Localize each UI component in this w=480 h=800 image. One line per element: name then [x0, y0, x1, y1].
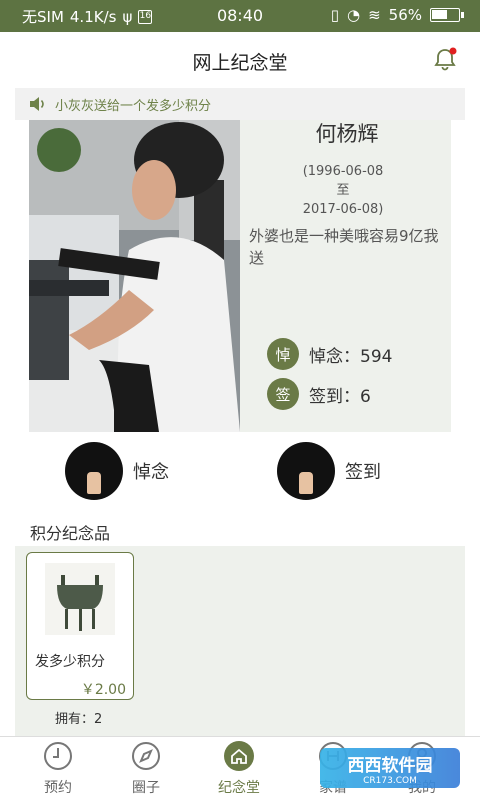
page-title: 网上纪念堂 [192, 52, 288, 74]
tab-label: 纪念堂 [218, 780, 260, 796]
tab-circle[interactable]: 圈子 [106, 741, 186, 797]
status-bar: 无SIM 4.1K/s ψ 16 08:40 ▯ ◔ ≋ 56% [0, 0, 480, 32]
candle-icon [65, 442, 123, 500]
checkin-count: 签到：6 [309, 386, 371, 407]
memorial-photo[interactable] [29, 120, 240, 432]
alarm-icon: ◔ [346, 6, 361, 24]
tab-label: 预约 [44, 780, 72, 796]
date-separator: 至 [336, 183, 350, 198]
gifts-panel: 发多少积分 ￥2.00 拥有：2 [15, 546, 465, 736]
watermark-brand: 西西软件园 [347, 755, 433, 776]
battery-icon [430, 8, 464, 22]
clock-icon [44, 742, 72, 770]
checkin-badge: 签 [267, 378, 299, 410]
tab-memorial[interactable]: 纪念堂 [199, 741, 279, 797]
tab-label: 圈子 [132, 780, 160, 796]
home-icon [224, 741, 254, 771]
action-row: 悼念 签到 [0, 442, 480, 506]
bronze-vessel-image [45, 563, 115, 635]
vibrate-icon: ▯ [330, 6, 339, 24]
death-date: 2017-06-08) [302, 202, 384, 217]
watermark-url: CR173.COM [363, 775, 417, 786]
mourn-badge: 悼 [267, 338, 299, 370]
app-header: 网上纪念堂 [0, 32, 480, 86]
mourn-button-label: 悼念 [133, 462, 169, 483]
watermark-logo: 西西软件园 CR173.COM [320, 748, 460, 788]
tab-reserve[interactable]: 预约 [18, 741, 98, 797]
birth-date: (1996-06-08 [302, 164, 384, 179]
gift-price: ￥2.00 [80, 682, 126, 698]
deceased-name: 何杨辉 [315, 122, 379, 146]
compass-icon [132, 742, 160, 770]
notice-text: 小灰灰送给一个发多少积分 [55, 98, 212, 114]
speaker-icon [30, 97, 44, 111]
mourn-button[interactable]: 悼念 [65, 442, 169, 500]
gift-owned: 拥有：2 [55, 712, 103, 727]
checkin-button-label: 签到 [345, 462, 381, 483]
gift-name: 发多少积分 [35, 654, 105, 670]
wifi-icon: ≋ [368, 6, 381, 24]
battery-percent: 56% [388, 6, 422, 24]
epitaph: 外婆也是一种美哦容易9亿我送 [249, 227, 439, 267]
profile-card: 何杨辉 (1996-06-08 至 2017-06-08) 外婆也是一种美哦容易… [29, 120, 451, 432]
checkin-button[interactable]: 签到 [277, 442, 381, 500]
checkin-stat: 签 签到：6 [267, 378, 371, 410]
notice-bar[interactable]: 小灰灰送给一个发多少积分 [15, 88, 465, 120]
candle-icon [277, 442, 335, 500]
mourn-stat: 悼 悼念：594 [267, 338, 392, 370]
lifespan: (1996-06-08 至 2017-06-08) [235, 162, 451, 219]
bell-icon[interactable] [432, 46, 458, 72]
gift-card[interactable]: 发多少积分 ￥2.00 [26, 552, 134, 700]
profile-info: 何杨辉 (1996-06-08 至 2017-06-08) 外婆也是一种美哦容易… [249, 120, 451, 269]
mourn-count: 悼念：594 [309, 346, 393, 367]
gifts-section-title: 积分纪念品 [30, 524, 111, 543]
